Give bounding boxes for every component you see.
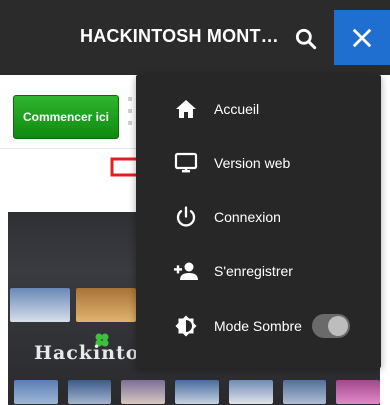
wallpaper-thumbnail <box>282 380 327 404</box>
site-title[interactable]: HACKINTOSH MONTRÉ... <box>80 26 290 47</box>
home-icon <box>173 96 199 122</box>
menu-item-register[interactable]: S'enregistrer <box>136 244 381 298</box>
menu-item-login[interactable]: Connexion <box>136 190 381 244</box>
menu-item-label: Connexion <box>214 209 281 225</box>
wallpaper-thumbnail <box>67 380 112 404</box>
search-button[interactable] <box>293 26 319 52</box>
add-user-icon <box>173 258 199 284</box>
toggle-knob <box>328 316 348 336</box>
desktop-icon <box>173 150 199 176</box>
menu-item-label: Version web <box>214 155 291 171</box>
brand-text: Hackintos <box>34 342 152 364</box>
close-icon <box>352 28 372 47</box>
close-menu-button[interactable] <box>334 10 390 65</box>
wallpaper-thumbnail <box>175 380 219 404</box>
wallpaper-thumbnail <box>228 380 273 404</box>
wallpaper-thumbnails-row-2 <box>8 380 381 405</box>
dropdown-menu: Accueil Version web Connexion S'enregist… <box>136 75 381 368</box>
search-icon <box>295 28 317 50</box>
top-header: HACKINTOSH MONTRÉ... <box>0 0 390 75</box>
menu-item-label: Accueil <box>214 101 260 117</box>
menu-item-web-version[interactable]: Version web <box>136 136 381 190</box>
wallpaper-thumbnail <box>14 380 58 404</box>
menu-item-home[interactable]: Accueil <box>136 82 381 136</box>
wallpaper-thumbnail <box>76 288 136 322</box>
menu-item-label: S'enregistrer <box>214 263 293 279</box>
dark-mode-toggle[interactable] <box>312 314 350 338</box>
wallpaper-thumbnails-row <box>8 288 143 326</box>
wallpaper-thumbnail <box>336 380 381 404</box>
power-icon <box>173 204 199 230</box>
start-here-button[interactable]: Commencer ici <box>13 95 119 139</box>
brightness-icon <box>173 313 199 339</box>
wallpaper-thumbnail <box>10 288 70 322</box>
menu-item-label: Mode Sombre <box>214 318 302 334</box>
brand-logo: Hackintos <box>34 332 150 368</box>
menu-item-dark-mode[interactable]: Mode Sombre <box>136 299 381 353</box>
wallpaper-thumbnail <box>121 380 166 404</box>
